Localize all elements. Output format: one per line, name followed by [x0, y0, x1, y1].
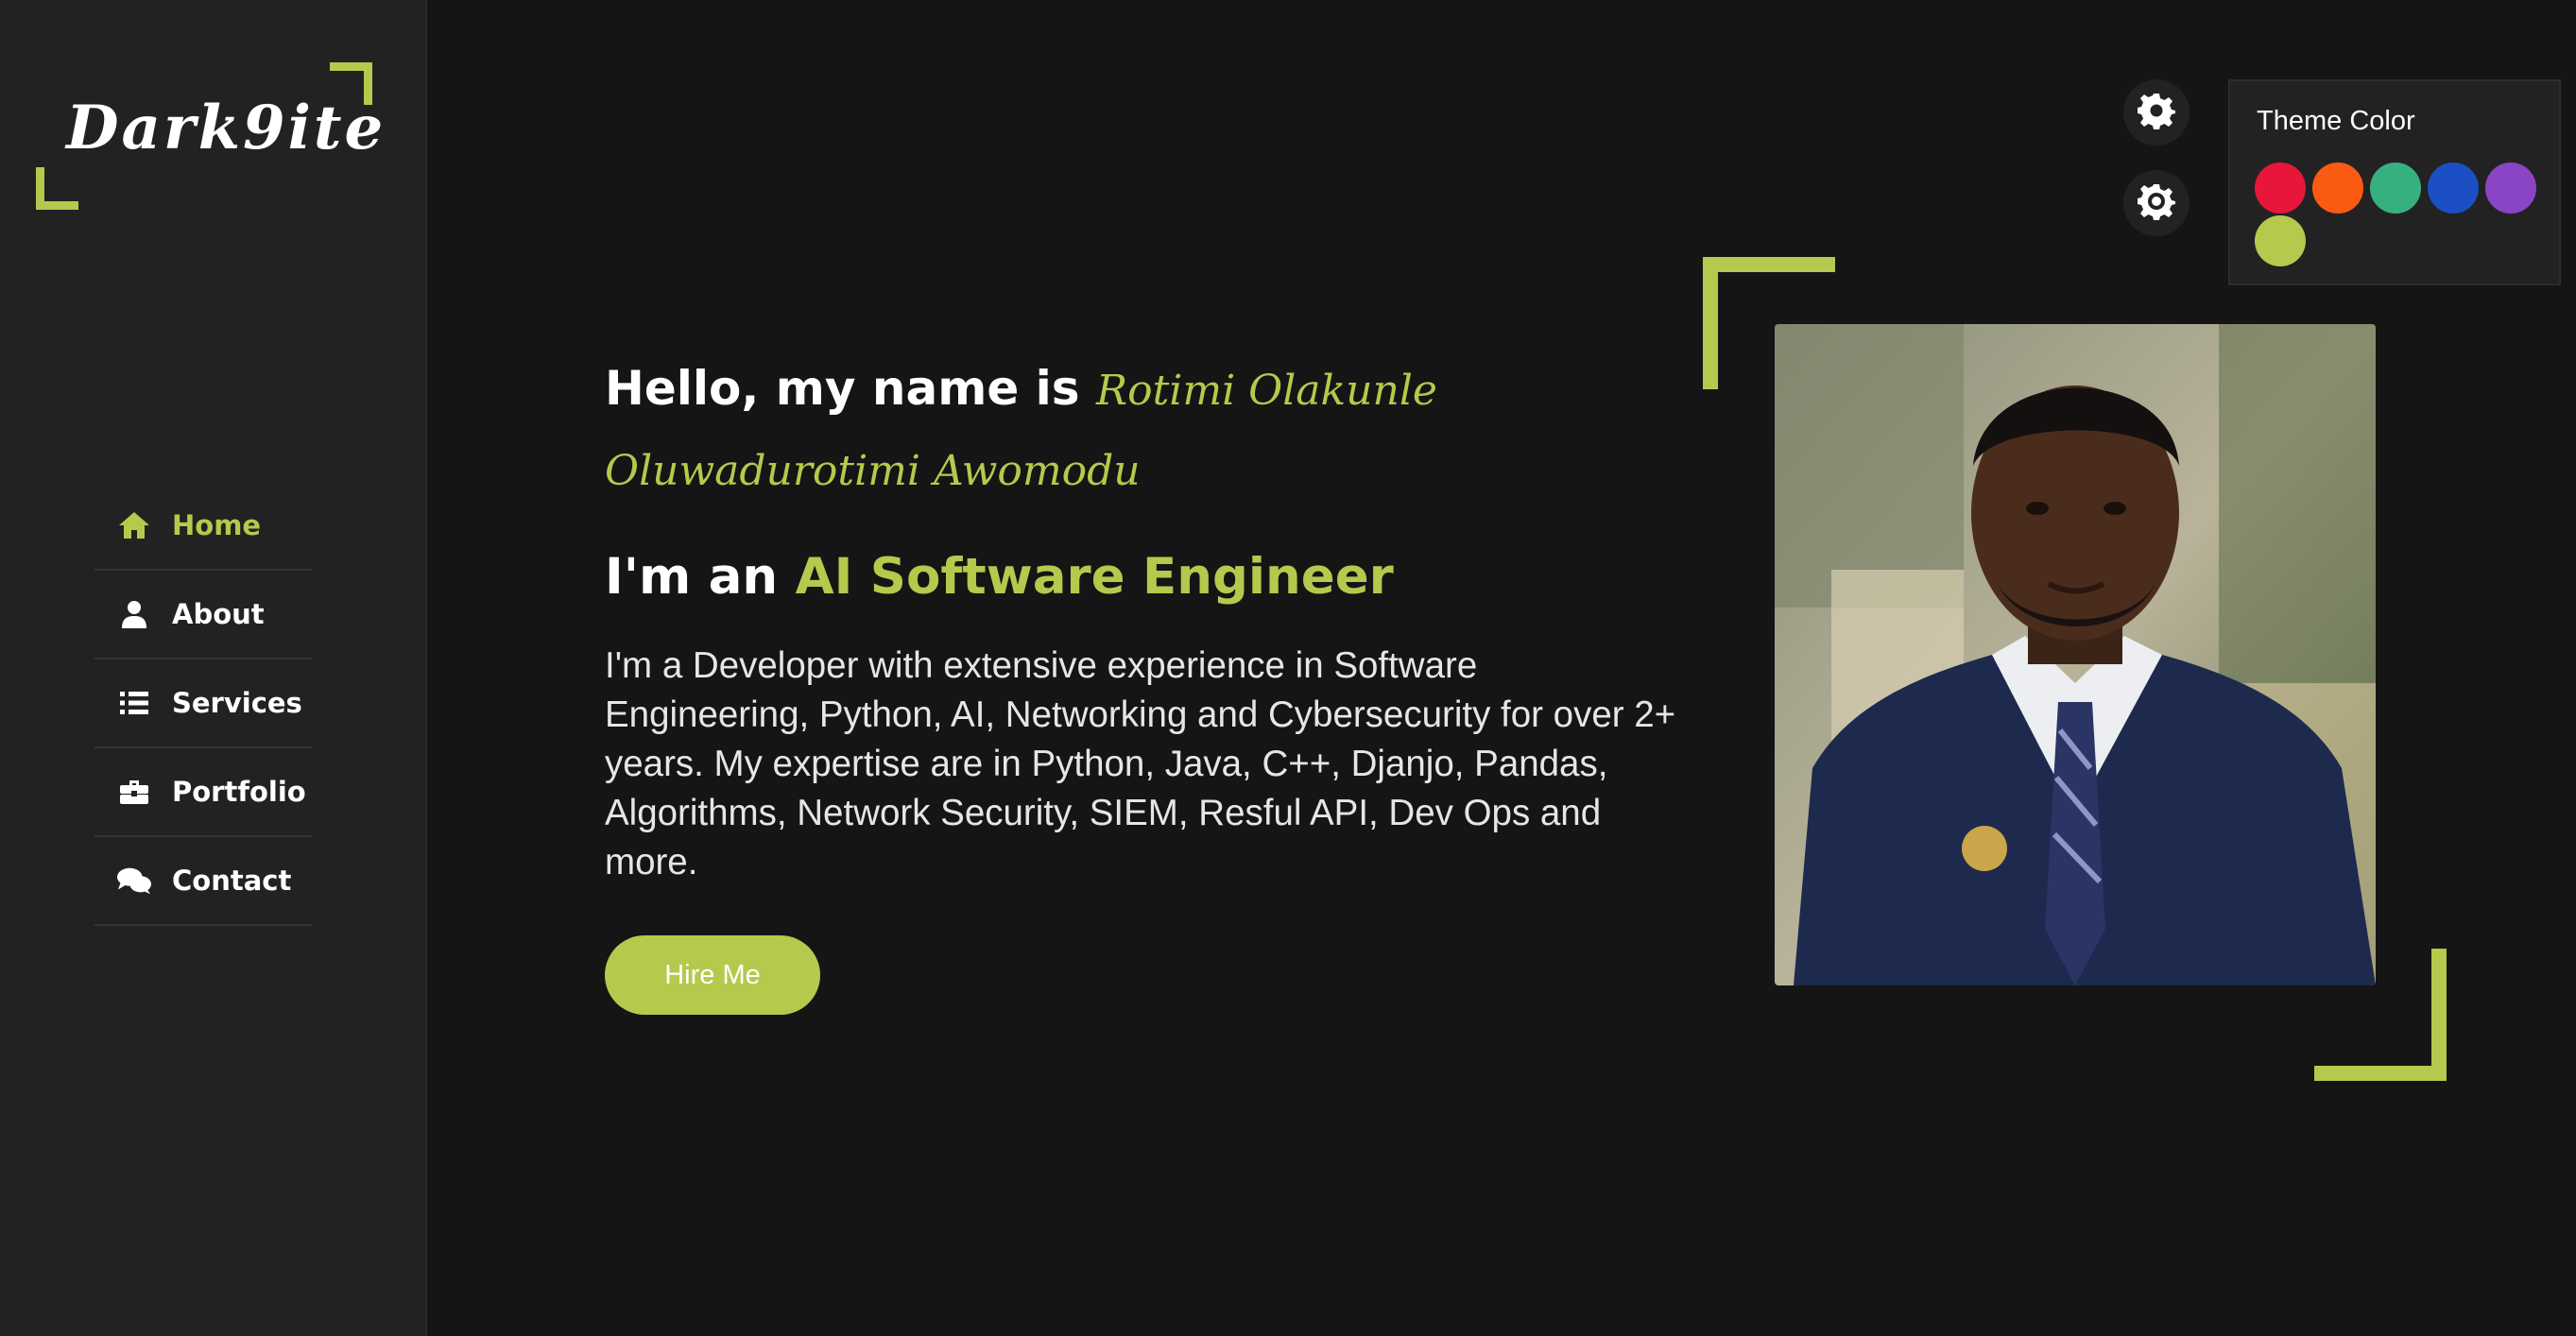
hire-me-button[interactable]: Hire Me	[605, 935, 820, 1015]
photo-bracket-top	[1703, 257, 1835, 272]
style-switcher-toggle[interactable]	[2123, 79, 2190, 146]
logo-text: Dark9ite	[66, 93, 386, 163]
greeting: Hello, my name is Rotimi Olakunle Oluwad…	[605, 350, 1682, 510]
main-nav: Home About Services Portfolio Contact	[94, 482, 312, 926]
nav-label: Home	[172, 509, 262, 541]
list-icon	[117, 686, 151, 720]
logo-corner-bottom-left	[36, 167, 78, 210]
bio-text: I'm a Developer with extensive experienc…	[605, 645, 1676, 882]
user-icon	[117, 597, 151, 631]
color-swatch[interactable]	[2255, 215, 2306, 266]
nav-item-portfolio[interactable]: Portfolio	[94, 748, 312, 837]
nav-label: Portfolio	[172, 776, 306, 808]
color-swatch[interactable]	[2370, 163, 2421, 214]
chat-icon	[117, 864, 151, 898]
nav-label: Contact	[172, 865, 292, 897]
sun-gear-icon	[2138, 182, 2175, 224]
color-swatch[interactable]	[2485, 163, 2536, 214]
nav-item-contact[interactable]: Contact	[94, 837, 312, 926]
hero-intro: Hello, my name is Rotimi Olakunle Oluwad…	[605, 350, 1682, 924]
role-title: AI Software Engineer	[795, 548, 1394, 606]
role-heading: I'm an AI Software Engineer	[605, 548, 1682, 606]
nav-label: About	[172, 598, 265, 630]
photo-bracket-bottom	[2314, 1066, 2447, 1081]
photo-bracket-left	[1703, 257, 1718, 389]
role-prefix: I'm an	[605, 548, 779, 606]
nav-item-about[interactable]: About	[94, 571, 312, 659]
greeting-prefix: Hello, my name is	[605, 361, 1080, 416]
home-icon	[117, 508, 151, 542]
theme-swatches	[2255, 163, 2557, 268]
profile-photo	[1775, 324, 2376, 985]
theme-color-panel: Theme Color	[2228, 79, 2561, 285]
nav-label: Services	[172, 687, 302, 719]
color-swatch[interactable]	[2428, 163, 2479, 214]
photo-bracket-right	[2431, 949, 2447, 1081]
sidebar: Dark9ite Home About Services Portfolio C…	[0, 0, 427, 1336]
nav-item-services[interactable]: Services	[94, 659, 312, 748]
color-swatch[interactable]	[2312, 163, 2363, 214]
nav-item-home[interactable]: Home	[94, 482, 312, 571]
profile-portrait	[1775, 324, 2376, 985]
gear-icon	[2138, 92, 2175, 133]
color-swatch[interactable]	[2255, 163, 2306, 214]
briefcase-icon	[117, 775, 151, 809]
logo[interactable]: Dark9ite	[34, 60, 383, 212]
theme-color-title: Theme Color	[2257, 106, 2415, 136]
day-night-toggle[interactable]	[2123, 170, 2190, 236]
